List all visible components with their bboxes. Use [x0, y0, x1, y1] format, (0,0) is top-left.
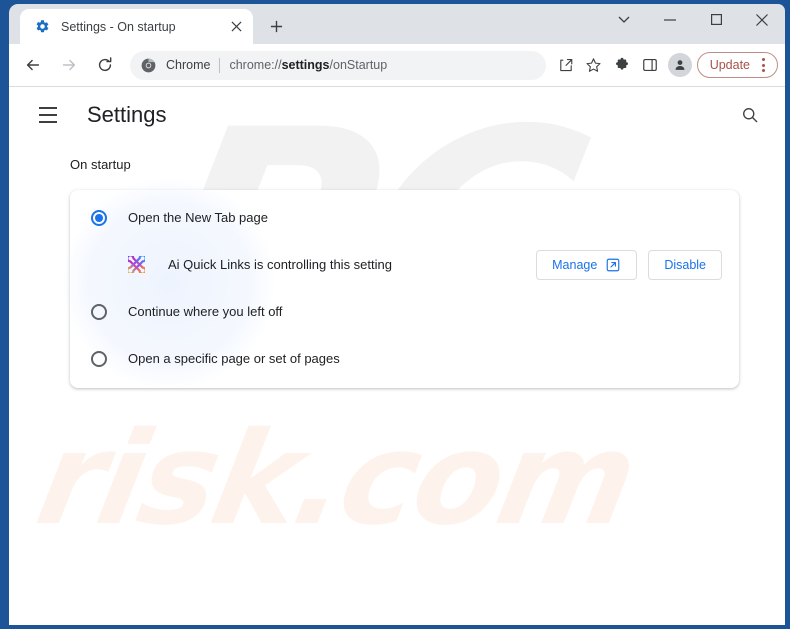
window-controls	[601, 4, 785, 44]
settings-gear-icon	[34, 19, 50, 35]
close-icon[interactable]	[225, 16, 247, 38]
extension-notice-text: Ai Quick Links is controlling this setti…	[168, 257, 392, 272]
ai-quick-links-extension-icon	[127, 256, 145, 274]
extension-actions: Manage Disable	[536, 249, 722, 280]
manage-button-label: Manage	[552, 257, 598, 272]
extension-control-notice: Ai Quick Links is controlling this setti…	[70, 241, 739, 288]
omnibox-brand-label: Chrome	[166, 58, 211, 72]
url-path: /onStartup	[329, 58, 388, 72]
minimize-icon[interactable]	[647, 4, 693, 35]
startup-option-specific-pages[interactable]: Open a specific page or set of pages	[70, 335, 739, 382]
settings-page: PC risk.com Settings On startup	[9, 87, 785, 625]
settings-content: On startup Open the New Tab page Ai Quic…	[9, 157, 785, 388]
tab-search-chevron-down-icon[interactable]	[601, 4, 647, 35]
tab-title: Settings - On startup	[61, 19, 176, 34]
browser-window: Settings - On startup Chrome chrome://se…	[0, 0, 790, 629]
update-button[interactable]: Update	[696, 52, 778, 78]
omnibox-divider	[219, 57, 221, 73]
address-bar[interactable]: Chrome chrome://settings/onStartup	[130, 50, 546, 80]
share-icon[interactable]	[552, 51, 580, 79]
maximize-icon[interactable]	[693, 4, 739, 35]
extensions-puzzle-icon[interactable]	[608, 51, 636, 79]
settings-header: Settings	[9, 87, 785, 143]
manage-button[interactable]: Manage	[536, 249, 638, 280]
update-button-label: Update	[709, 58, 750, 72]
startup-option-label: Open the New Tab page	[128, 210, 268, 225]
back-arrow-icon[interactable]	[18, 50, 48, 80]
disable-button[interactable]: Disable	[648, 249, 722, 280]
profile-avatar-icon[interactable]	[667, 53, 692, 77]
on-startup-card: Open the New Tab page Ai Quick Links is …	[64, 178, 739, 388]
radio-button[interactable]	[91, 209, 107, 226]
tab-strip: Settings - On startup	[9, 4, 785, 44]
close-window-icon[interactable]	[739, 4, 785, 35]
section-heading: On startup	[70, 157, 131, 172]
browser-toolbar: Chrome chrome://settings/onStartup Updat…	[9, 44, 785, 87]
radio-button[interactable]	[91, 303, 107, 320]
url-text: chrome://settings/onStartup	[229, 58, 387, 72]
startup-option-label: Continue where you left off	[128, 304, 283, 319]
search-icon[interactable]	[733, 98, 767, 132]
side-panel-icon[interactable]	[636, 51, 664, 79]
startup-option-new-tab[interactable]: Open the New Tab page	[70, 194, 739, 241]
page-title: Settings	[87, 102, 167, 127]
hamburger-menu-icon[interactable]	[31, 98, 65, 132]
reload-icon[interactable]	[90, 50, 120, 80]
browser-tab-settings[interactable]: Settings - On startup	[20, 9, 253, 44]
startup-option-label: Open a specific page or set of pages	[128, 351, 340, 366]
external-link-icon	[606, 258, 621, 272]
disable-button-label: Disable	[664, 257, 706, 272]
radio-button[interactable]	[91, 350, 107, 367]
forward-arrow-icon[interactable]	[54, 50, 84, 80]
bookmark-star-icon[interactable]	[580, 51, 608, 79]
url-prefix: chrome://	[229, 58, 282, 72]
startup-option-continue[interactable]: Continue where you left off	[70, 288, 739, 335]
chrome-logo-icon	[141, 58, 158, 73]
watermark-domain: risk.com	[26, 405, 646, 554]
three-dot-menu-icon[interactable]	[753, 54, 773, 76]
url-domain: settings	[281, 58, 330, 72]
new-tab-button[interactable]	[262, 12, 290, 40]
